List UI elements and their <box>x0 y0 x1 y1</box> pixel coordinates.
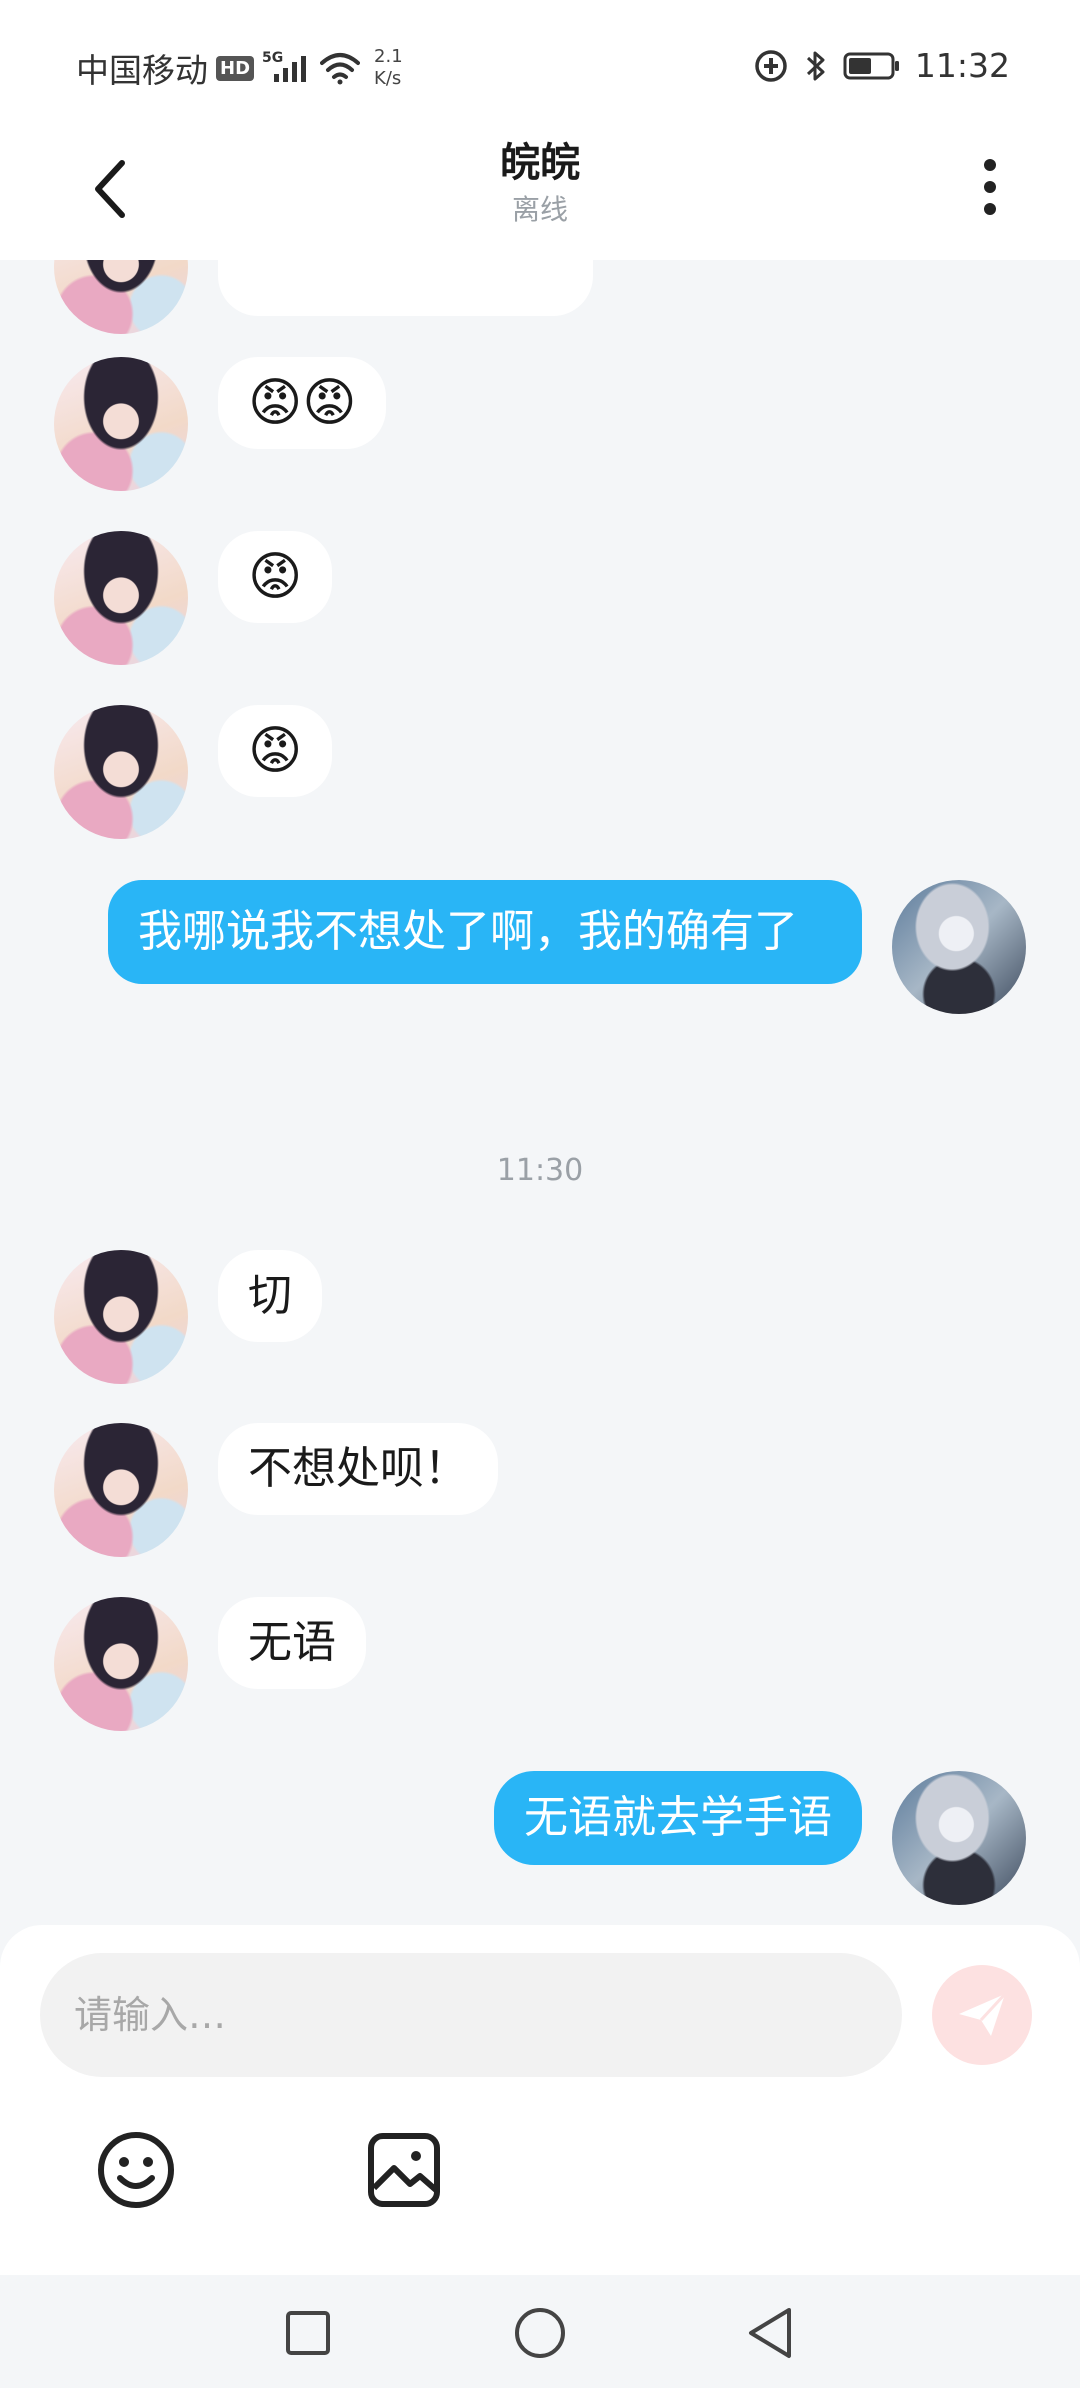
message-row: 切 <box>0 1250 1080 1384</box>
message-bubble-self[interactable]: 无语就去学手语 <box>494 1771 862 1865</box>
chat-header: 皖皖 离线 <box>0 125 1080 260</box>
contact-status: 离线 <box>511 193 568 226</box>
home-button[interactable] <box>510 2305 570 2361</box>
signal-icon: 5G <box>262 48 314 88</box>
message-bubble-self[interactable]: 我哪说我不想处了啊，我的确有了 <box>108 880 862 984</box>
emoji-smile-icon <box>98 2132 174 2208</box>
more-vertical-icon-dot <box>984 203 996 215</box>
angry-emoji: 😡😡 <box>248 373 357 433</box>
recents-button[interactable] <box>278 2305 338 2361</box>
message-bubble-peer[interactable]: 😡😡 <box>218 357 387 449</box>
chat-title: 皖皖 <box>500 140 580 186</box>
emoji-button[interactable] <box>96 2130 176 2210</box>
message-row: 不想处呗！ <box>0 1423 1080 1557</box>
message-text: 不想处呗！ <box>248 1443 468 1494</box>
network-speed: 2.1 K/s <box>374 46 403 90</box>
composer-panel <box>0 1925 1080 2275</box>
hd-call-icon <box>755 49 787 82</box>
circle-icon <box>515 2308 565 2358</box>
message-text: 无语就去学手语 <box>524 1792 832 1843</box>
peer-avatar[interactable] <box>54 705 188 839</box>
message-text: 切 <box>248 1270 292 1321</box>
wifi-icon <box>320 53 361 85</box>
title-block: 皖皖 离线 <box>0 135 1080 229</box>
message-input[interactable] <box>40 1953 902 2077</box>
message-bubble-peer[interactable]: 不想处呗！ <box>218 1423 498 1515</box>
message-row: 我哪说我不想处了啊，我的确有了 <box>0 880 1080 1060</box>
message-row: 😡😡 <box>0 357 1080 491</box>
message-text: 我哪说我不想处了啊，我的确有了 <box>138 906 798 957</box>
self-avatar[interactable] <box>892 1771 1026 1905</box>
hd-badge: HD <box>216 55 255 81</box>
message-row: 无语就去学手语 <box>0 1771 1080 1905</box>
peer-avatar[interactable] <box>54 260 188 334</box>
signal-bars <box>274 56 307 82</box>
message-timestamp: 11:30 <box>496 1153 584 1188</box>
nav-back-button[interactable] <box>740 2305 800 2361</box>
status-bar: 中国移动 HD 5G 2.1 K/s 11:32 <box>0 0 1080 125</box>
message-text: 无语 <box>248 1617 336 1668</box>
status-time: 11:32 <box>914 46 1010 85</box>
message-bubble-peer[interactable]: 😡 <box>218 531 333 623</box>
more-vertical-icon-dot <box>984 159 996 171</box>
send-button[interactable] <box>932 1965 1032 2065</box>
message-bubble-peer[interactable] <box>218 260 593 316</box>
peer-avatar[interactable] <box>54 357 188 491</box>
triangle-back-icon <box>749 2308 791 2358</box>
battery-icon <box>843 52 899 79</box>
message-row-partial <box>0 260 1080 350</box>
message-bubble-peer[interactable]: 无语 <box>218 1597 366 1689</box>
send-icon <box>959 1992 1007 2036</box>
angry-emoji: 😡 <box>248 721 303 781</box>
self-avatar[interactable] <box>892 880 1026 1014</box>
peer-avatar[interactable] <box>54 1423 188 1557</box>
chat-screen: 中国移动 HD 5G 2.1 K/s 11:32 皖皖 离线 😡😡 😡 😡 我哪… <box>0 0 1080 2388</box>
network-speed-value: 2.1 <box>374 46 403 67</box>
message-bubble-peer[interactable]: 切 <box>218 1250 322 1342</box>
message-row: 无语 <box>0 1597 1080 1731</box>
message-row: 😡 <box>0 705 1080 839</box>
peer-avatar[interactable] <box>54 1250 188 1384</box>
peer-avatar[interactable] <box>54 1597 188 1731</box>
image-button[interactable] <box>366 2130 442 2210</box>
status-bar-right: 11:32 <box>753 46 1010 85</box>
status-bar-left: 中国移动 HD 5G 2.1 K/s <box>76 44 403 92</box>
message-bubble-peer[interactable]: 😡 <box>218 705 333 797</box>
more-vertical-icon-dot <box>984 181 996 193</box>
image-icon <box>368 2133 440 2207</box>
message-list[interactable]: 😡😡 😡 😡 我哪说我不想处了啊，我的确有了 11:30 切 不想处呗！ 无语 … <box>0 260 1080 1925</box>
bluetooth-icon <box>806 51 825 80</box>
more-options-button[interactable] <box>970 149 1010 225</box>
angry-emoji: 😡 <box>248 547 303 607</box>
peer-avatar[interactable] <box>54 531 188 665</box>
message-row: 😡 <box>0 531 1080 665</box>
square-icon <box>286 2311 330 2355</box>
system-navigation-bar <box>0 2275 1080 2388</box>
network-speed-unit: K/s <box>374 68 402 89</box>
carrier-name: 中国移动 <box>76 51 208 90</box>
